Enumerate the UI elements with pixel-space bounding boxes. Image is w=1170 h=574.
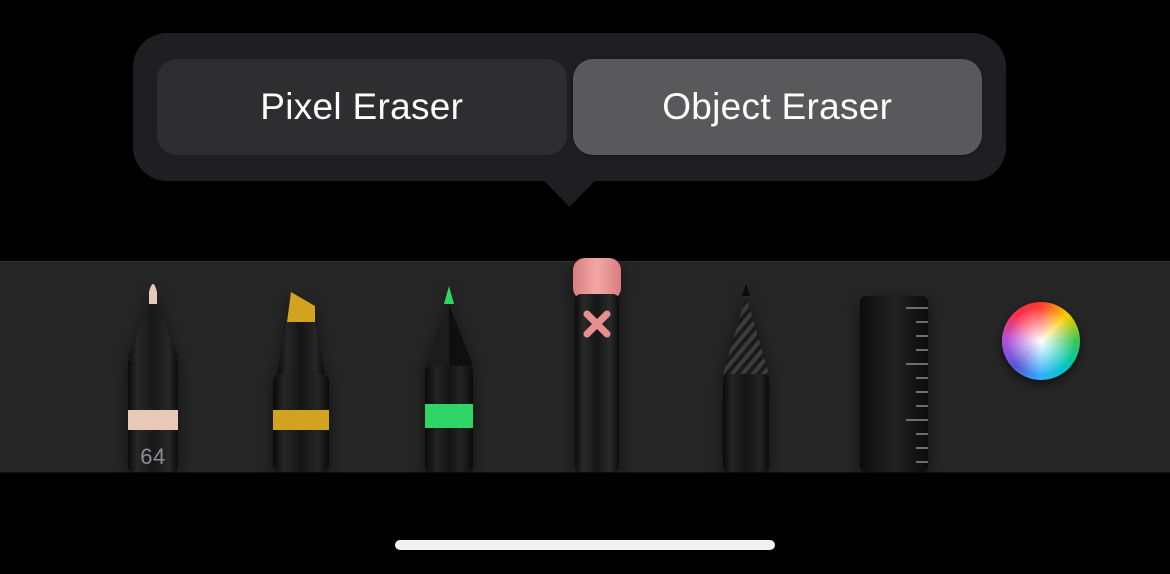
home-indicator[interactable]: [395, 540, 775, 550]
ruler-tool[interactable]: [854, 278, 934, 472]
lasso-tool[interactable]: [706, 278, 786, 472]
pen-tool[interactable]: 64: [113, 278, 193, 472]
eraser-tool[interactable]: [557, 256, 637, 472]
tool-row: 64: [113, 262, 1080, 472]
tool-tray: 64: [0, 261, 1170, 473]
eraser-mode-popover: Pixel Eraser Object Eraser: [133, 33, 1006, 181]
marker-tool[interactable]: [261, 278, 341, 472]
pen-size-label: 64: [140, 444, 165, 470]
pencil-tool[interactable]: [409, 278, 489, 472]
object-eraser-segment[interactable]: Object Eraser: [573, 59, 983, 155]
eraser-mode-segmented-control: Pixel Eraser Object Eraser: [157, 59, 982, 155]
color-picker-button[interactable]: [1002, 302, 1080, 380]
pixel-eraser-segment[interactable]: Pixel Eraser: [157, 59, 567, 155]
